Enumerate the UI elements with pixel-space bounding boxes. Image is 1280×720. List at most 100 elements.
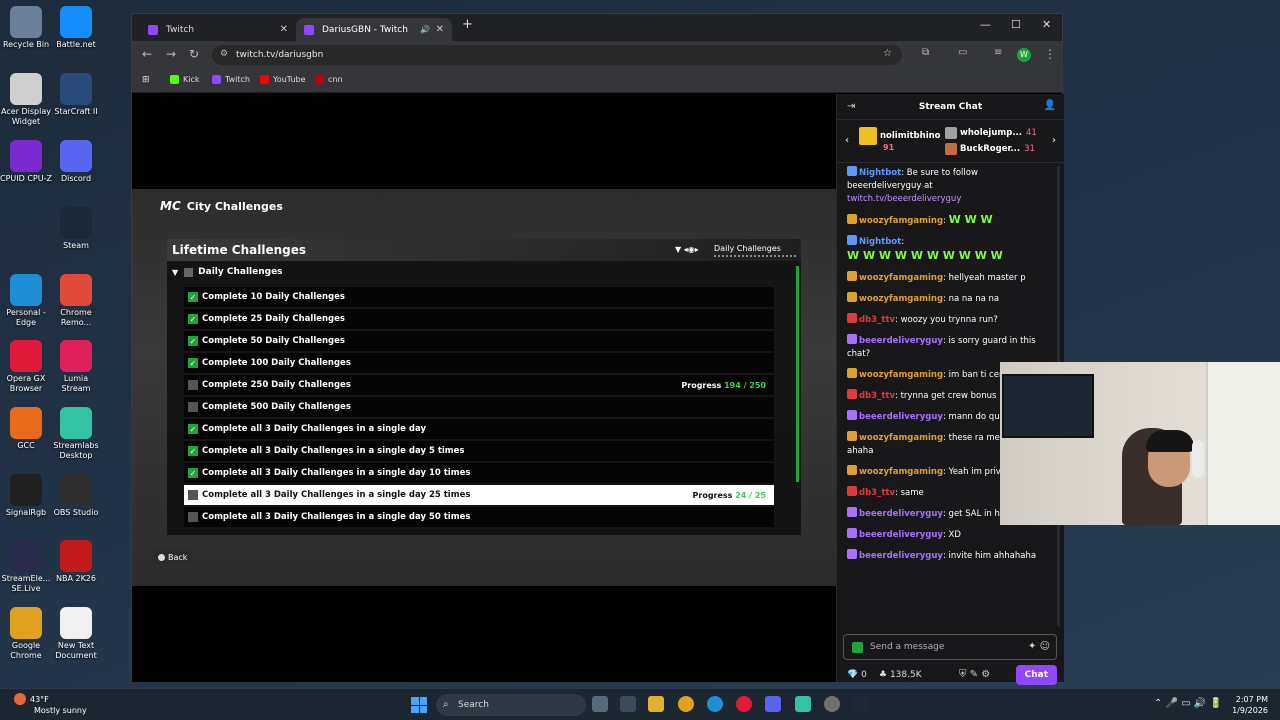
desktop-icon[interactable]: New Text Document xyxy=(50,607,102,661)
desktop-icon[interactable]: Acer Display Widget xyxy=(0,73,52,127)
desktop-icon[interactable]: Discord xyxy=(50,140,102,184)
list-scrollbar[interactable] xyxy=(796,266,799,482)
minimize-button[interactable]: — xyxy=(980,18,991,31)
chat-username[interactable]: beeerdeliveryguy xyxy=(859,336,943,346)
badge-icon[interactable] xyxy=(847,334,857,344)
system-tray[interactable]: ⌃ 🎤 ▭ 🔊 🔋 xyxy=(1154,698,1222,709)
challenge-row[interactable]: ✓ Complete all 3 Daily Challenges in a si… xyxy=(184,419,774,439)
desktop-icon[interactable]: Opera GX Browser xyxy=(0,340,52,394)
address-bar[interactable]: ⚙ twitch.tv/dariusgbn ☆ xyxy=(212,45,902,65)
badge-icon[interactable] xyxy=(847,549,857,559)
bits-count[interactable]: 💎 0 xyxy=(847,670,867,680)
badge-icon[interactable] xyxy=(847,465,857,475)
badge-icon[interactable] xyxy=(847,431,857,441)
leader-3[interactable]: BuckRoger... 31 xyxy=(945,143,1035,155)
streamlabs-icon[interactable] xyxy=(795,696,811,712)
emote[interactable]: W W W xyxy=(949,213,993,226)
start-button[interactable] xyxy=(411,697,427,713)
desktop-icon[interactable]: Recycle Bin xyxy=(0,6,52,50)
chrome-icon[interactable] xyxy=(678,696,694,712)
challenge-row[interactable]: ✓ Complete all 3 Daily Challenges in a si… xyxy=(184,441,774,461)
chat-tools-icons[interactable]: ⛨ ✎ ⚙ xyxy=(959,669,990,680)
desktop-icon[interactable]: StarCraft II xyxy=(50,73,102,117)
desktop-icon[interactable]: Personal - Edge xyxy=(0,274,52,328)
chat-username[interactable]: Nightbot xyxy=(859,237,901,247)
category-label[interactable]: Daily Challenges xyxy=(714,244,781,253)
obs-icon[interactable] xyxy=(824,696,840,712)
chat-link[interactable]: twitch.tv/beeerdeliveryguy xyxy=(847,194,961,204)
opera-gx-icon[interactable] xyxy=(736,696,752,712)
chevron-left-icon[interactable]: ‹ xyxy=(845,135,849,146)
discord-icon[interactable] xyxy=(765,696,781,712)
desktop-icon[interactable]: GCC xyxy=(0,407,52,451)
badge-icon[interactable] xyxy=(847,507,857,517)
desktop-icon[interactable]: OBS Studio xyxy=(50,474,102,518)
challenge-row[interactable]: Complete all 3 Daily Challenges in a sin… xyxy=(184,507,774,527)
bookmark-cnn[interactable]: cnn xyxy=(315,75,343,84)
clock[interactable]: 2:07 PM 1/9/2026 xyxy=(1226,694,1268,716)
badge-icon[interactable] xyxy=(847,271,857,281)
badge-icon[interactable] xyxy=(847,235,857,245)
chat-username[interactable]: db3_ttv xyxy=(859,488,895,498)
site-info-icon[interactable]: ⚙ xyxy=(220,49,228,59)
desktop-icon[interactable]: Battle.net xyxy=(50,6,102,50)
audio-icon[interactable]: 🔊 xyxy=(420,25,430,34)
steam-icon[interactable] xyxy=(853,696,869,712)
desktop-icon[interactable]: Lumia Stream xyxy=(50,340,102,394)
chat-username[interactable]: woozyfamgaming xyxy=(859,273,943,283)
desktop-icon[interactable]: Steam xyxy=(50,207,102,251)
extensions-icon[interactable]: ⧉ xyxy=(922,47,929,58)
chat-input[interactable]: Send a message ✦ ☺ xyxy=(843,634,1057,660)
badge-icon[interactable] xyxy=(847,486,857,496)
widgets-icon[interactable] xyxy=(620,696,636,712)
channel-points[interactable]: ♣ 138.5K xyxy=(879,670,922,680)
back-button[interactable]: Back xyxy=(154,551,192,564)
tab-search-icon[interactable]: ≡ xyxy=(994,47,1002,58)
bookmark-youtube[interactable]: YouTube xyxy=(260,75,306,84)
badge-icon[interactable] xyxy=(847,368,857,378)
back-button[interactable]: ← xyxy=(142,47,152,61)
badge-icon[interactable] xyxy=(847,292,857,302)
chat-username[interactable]: beeerdeliveryguy xyxy=(859,530,943,540)
chat-username[interactable]: woozyfamgaming xyxy=(859,294,943,304)
menu-icon[interactable]: ⋮ xyxy=(1044,47,1056,61)
filter-icon[interactable]: ▼ ◂◉▸ xyxy=(675,245,699,254)
new-tab-button[interactable]: + xyxy=(462,17,473,32)
chat-username[interactable]: woozyfamgaming xyxy=(859,370,943,380)
challenge-row[interactable]: Complete all 3 Daily Challenges in a sin… xyxy=(184,485,774,505)
close-tab-icon[interactable]: ✕ xyxy=(280,24,288,35)
emote[interactable]: W W W W W W W W W W xyxy=(847,249,1003,262)
challenge-row[interactable]: ✓ Complete 50 Daily Challenges xyxy=(184,331,774,351)
emote-picker-icon[interactable]: ✦ ☺ xyxy=(1028,641,1050,652)
desktop-icon[interactable]: Google Chrome xyxy=(0,607,52,661)
chat-username[interactable]: beeerdeliveryguy xyxy=(859,509,943,519)
desktop-icon[interactable]: StreamEle... SE.Live xyxy=(0,540,52,594)
desktop-icon[interactable]: SignalRgb xyxy=(0,474,52,518)
chat-username[interactable]: woozyfamgaming xyxy=(859,467,943,477)
challenge-row[interactable]: ✓ Complete 100 Daily Challenges xyxy=(184,353,774,373)
badge-icon[interactable] xyxy=(847,410,857,420)
leader-1[interactable]: nolimitbhino xyxy=(859,127,941,145)
challenge-row[interactable]: Complete 250 Daily Challenges Progress 19… xyxy=(184,375,774,395)
task-view-icon[interactable] xyxy=(592,696,608,712)
bookmark-star-icon[interactable]: ☆ xyxy=(883,48,892,59)
badge-icon[interactable] xyxy=(847,313,857,323)
file-explorer-icon[interactable] xyxy=(648,696,664,712)
section-header[interactable]: ▼ Daily Challenges xyxy=(172,267,283,277)
chat-username[interactable]: woozyfamgaming xyxy=(859,433,943,443)
profile-avatar[interactable]: W xyxy=(1017,48,1031,62)
badge-icon[interactable] xyxy=(847,389,857,399)
desktop-icon[interactable]: NBA 2K26 xyxy=(50,540,102,584)
badge-icon[interactable] xyxy=(847,214,857,224)
desktop-icon[interactable]: CPUID CPU-Z xyxy=(0,140,52,184)
chat-username[interactable]: db3_ttv xyxy=(859,315,895,325)
forward-button[interactable]: → xyxy=(166,47,176,61)
tab-twitch[interactable]: Twitch ✕ xyxy=(140,18,296,41)
stream-video[interactable]: MC City Challenges Lifetime Challenges ▼… xyxy=(132,94,836,682)
maximize-button[interactable]: ☐ xyxy=(1011,18,1021,31)
desktop-icon[interactable]: Chrome Remo... xyxy=(50,274,102,328)
bookmark-kick[interactable]: Kick xyxy=(170,75,200,84)
community-icon[interactable]: 👤 xyxy=(1044,100,1056,111)
challenge-row[interactable]: ✓ Complete 10 Daily Challenges xyxy=(184,287,774,307)
badge-icon[interactable] xyxy=(847,528,857,538)
